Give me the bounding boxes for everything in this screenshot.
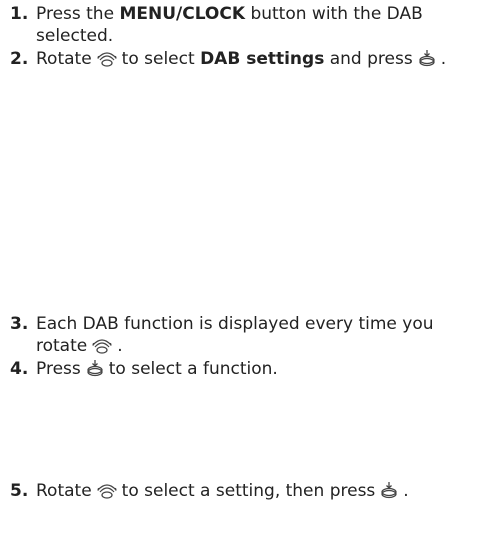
press-knob-icon: [418, 49, 436, 73]
step-number: 5.: [10, 481, 29, 501]
menu-name-dab-settings: DAB settings: [200, 49, 325, 69]
step-number: 1.: [10, 4, 29, 24]
press-knob-icon: [86, 359, 104, 383]
step-1: 1. Press the MENU/CLOCK button with the …: [10, 3, 475, 47]
step-number: 3.: [10, 314, 29, 334]
step-text: .: [117, 336, 123, 356]
step-text: .: [403, 481, 409, 501]
step-text: and press: [329, 49, 413, 69]
step-4: 4. Press to select a function.: [10, 358, 475, 383]
rotary-knob-icon: [92, 336, 112, 360]
rotary-knob-icon: [96, 49, 117, 73]
step-3: 3. Each DAB function is displayed every …: [10, 313, 475, 360]
step-text: .: [440, 49, 447, 69]
step-number: 2.: [10, 49, 29, 69]
step-text: Rotate: [36, 481, 92, 501]
step-2: 2. Rotate to select DAB settings and pre…: [10, 48, 475, 73]
button-name-menu-clock: MENU/CLOCK: [119, 4, 246, 24]
step-text: to select: [121, 49, 195, 69]
step-text: to select a function.: [108, 359, 278, 379]
rotary-knob-icon: [96, 481, 117, 505]
press-knob-icon: [380, 481, 398, 505]
step-text: Press: [36, 359, 81, 379]
step-number: 4.: [10, 359, 29, 379]
step-text: Press the: [36, 4, 115, 24]
step-text: Rotate: [36, 49, 92, 69]
step-text: to select a setting, then press: [121, 481, 376, 501]
step-5: 5. Rotate to select a setting, then pres…: [10, 480, 475, 505]
